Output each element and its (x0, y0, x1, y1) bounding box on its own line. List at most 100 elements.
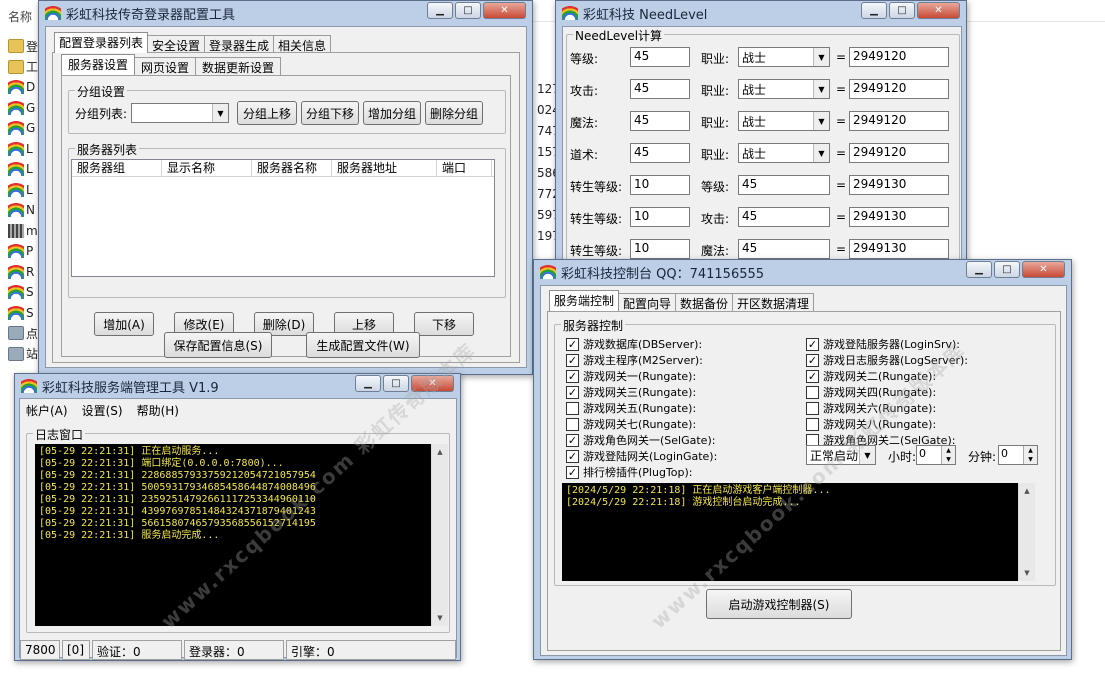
minimize-button[interactable]: ▁ (861, 2, 887, 19)
scroll-up-icon[interactable]: ▲ (1019, 483, 1035, 499)
column-server-group[interactable]: 服务器组 (72, 160, 162, 176)
chevron-down-icon[interactable]: ▼ (212, 104, 228, 122)
server-checkbox[interactable]: ✓ 游戏登陆网关(LoginGate): (566, 448, 717, 464)
tab-about[interactable]: 相关信息 (273, 35, 332, 53)
server-checkbox[interactable]: ✓ 游戏网关一(Rungate): (566, 368, 696, 384)
file-list-item[interactable]: 点 (8, 324, 38, 342)
subtab-server[interactable]: 服务器设置 (61, 54, 136, 75)
class-select[interactable]: 战士 ▼ (738, 79, 830, 99)
file-list-item[interactable]: G (8, 119, 38, 137)
checked-icon[interactable]: ✓ (566, 385, 579, 399)
row-result-field[interactable]: 2949120 (849, 79, 949, 99)
column-display-name[interactable]: 显示名称 (162, 160, 252, 176)
chevron-down-icon[interactable]: ▼ (813, 48, 829, 66)
file-list-item[interactable]: L (8, 160, 38, 178)
server-log-output[interactable]: [05-29 22:21:31] 正在启动服务... [05-29 22:21:… (35, 444, 431, 626)
tab-generate[interactable]: 登录器生成 (204, 35, 275, 53)
close-button[interactable]: ✕ (917, 2, 960, 19)
class-select[interactable]: 战士 ▼ (738, 111, 830, 131)
save-config-button[interactable]: 保存配置信息(S) (164, 332, 272, 358)
checked-icon[interactable]: ✓ (566, 433, 579, 447)
file-list-item[interactable]: 工 (8, 58, 38, 76)
server-list-table[interactable]: 服务器组 显示名称 服务器名称 服务器地址 端口 (71, 159, 495, 277)
spin-arrows-icon[interactable]: ▲ ▼ (941, 446, 955, 464)
row-value-input[interactable]: 45 (630, 79, 690, 99)
file-list-item[interactable]: L (8, 181, 38, 199)
row-result-field[interactable]: 2949120 (849, 143, 949, 163)
file-list-item[interactable]: S (8, 304, 38, 322)
server-checkbox[interactable]: ✓ 游戏主程序(M2Server): (566, 352, 703, 368)
row-value-input[interactable]: 10 (630, 207, 690, 227)
file-list-item[interactable]: N (8, 201, 38, 219)
control-panel-window[interactable]: 彩虹科技控制台 QQ：741156555 ▁ □ ✕ 服务端控制 配置向导 数据… (533, 259, 1072, 660)
checked-icon[interactable]: ✓ (806, 353, 819, 367)
checked-icon[interactable]: ✓ (806, 369, 819, 383)
add-button[interactable]: 增加(A) (94, 312, 154, 336)
tab-server-control[interactable]: 服务端控制 (549, 290, 620, 311)
unchecked-icon[interactable] (806, 417, 819, 431)
checked-icon[interactable]: ✓ (566, 465, 579, 479)
tab-config-wizard[interactable]: 配置向导 (618, 293, 677, 311)
row-value-input-2[interactable]: 45 (738, 175, 830, 195)
row-value-input-2[interactable]: 45 (738, 207, 830, 227)
file-list-item[interactable]: G (8, 99, 38, 117)
server-checkbox[interactable]: ✓ 游戏数据库(DBServer): (566, 336, 702, 352)
row-result-field[interactable]: 2949120 (849, 47, 949, 67)
column-port[interactable]: 端口 (437, 160, 492, 176)
tab-data-cleanup[interactable]: 开区数据清理 (732, 293, 815, 311)
move-down-button[interactable]: 下移 (414, 312, 474, 336)
row-value-input[interactable]: 10 (630, 175, 690, 195)
tab-security[interactable]: 安全设置 (147, 35, 206, 53)
chevron-down-icon[interactable]: ▼ (813, 144, 829, 162)
tab-data-backup[interactable]: 数据备份 (675, 293, 734, 311)
login-config-window[interactable]: 彩虹科技传奇登录器配置工具 ▁ □ ✕ 配置登录器列表 安全设置 登录器生成 相… (38, 0, 533, 375)
row-value-input[interactable]: 45 (630, 143, 690, 163)
file-list-item[interactable]: P (8, 242, 38, 260)
minimize-button[interactable]: ▁ (427, 2, 453, 19)
control-log-scrollbar[interactable]: ▲ ▼ (1018, 483, 1035, 581)
minimize-button[interactable]: ▁ (355, 375, 381, 392)
file-list-item[interactable]: S (8, 283, 38, 301)
row-value-input-2[interactable]: 45 (738, 239, 830, 259)
minimize-button[interactable]: ▁ (966, 261, 992, 278)
server-checkbox[interactable]: ✓ 游戏角色网关一(SelGate): (566, 432, 715, 448)
row-result-field[interactable]: 2949130 (849, 207, 949, 227)
delete-group-button[interactable]: 删除分组 (425, 101, 483, 125)
hour-stepper[interactable]: 0 ▲ ▼ (916, 445, 956, 465)
scroll-up-icon[interactable]: ▲ (432, 444, 448, 460)
close-button[interactable]: ✕ (483, 2, 526, 19)
group-list-select[interactable]: ▼ (131, 103, 229, 123)
maximize-button[interactable]: □ (455, 2, 481, 19)
class-select[interactable]: 战士 ▼ (738, 143, 830, 163)
needlevel-window[interactable]: 彩虹科技 NeedLevel ▁ □ ✕ NeedLevel计算 等级: 45 职业… (555, 0, 967, 262)
chevron-down-icon[interactable]: ▼ (813, 112, 829, 130)
file-list-item[interactable]: L (8, 140, 38, 158)
unchecked-icon[interactable] (566, 401, 579, 415)
row-result-field[interactable]: 2949120 (849, 111, 949, 131)
unchecked-icon[interactable] (806, 401, 819, 415)
minute-stepper[interactable]: 0 ▲ ▼ (998, 445, 1038, 465)
tab-login-list[interactable]: 配置登录器列表 (54, 32, 149, 53)
checked-icon[interactable]: ✓ (566, 337, 579, 351)
row-result-field[interactable]: 2949130 (849, 175, 949, 195)
checked-icon[interactable]: ✓ (566, 449, 579, 463)
column-server-address[interactable]: 服务器地址 (332, 160, 437, 176)
checked-icon[interactable]: ✓ (566, 353, 579, 367)
unchecked-icon[interactable] (806, 385, 819, 399)
chevron-down-icon[interactable]: ▼ (813, 80, 829, 98)
server-checkbox[interactable]: 游戏网关五(Rungate): (566, 400, 696, 416)
server-checkbox[interactable]: ✓ 排行榜插件(PlugTop): (566, 464, 693, 480)
generate-config-button[interactable]: 生成配置文件(W) (306, 332, 420, 358)
subtab-update[interactable]: 数据更新设置 (195, 57, 282, 75)
checked-icon[interactable]: ✓ (806, 337, 819, 351)
menu-settings[interactable]: 设置(S) (82, 402, 123, 418)
row-result-field[interactable]: 2949130 (849, 239, 949, 259)
name-column-header[interactable]: 名称 (8, 8, 32, 25)
column-server-name[interactable]: 服务器名称 (252, 160, 332, 176)
log-scrollbar[interactable]: ▲ ▼ (431, 444, 448, 626)
file-list-item[interactable]: 站 (8, 345, 38, 363)
close-button[interactable]: ✕ (1022, 261, 1065, 278)
group-move-up-button[interactable]: 分组上移 (237, 101, 297, 125)
scroll-down-icon[interactable]: ▼ (432, 610, 448, 626)
add-group-button[interactable]: 增加分组 (363, 101, 421, 125)
